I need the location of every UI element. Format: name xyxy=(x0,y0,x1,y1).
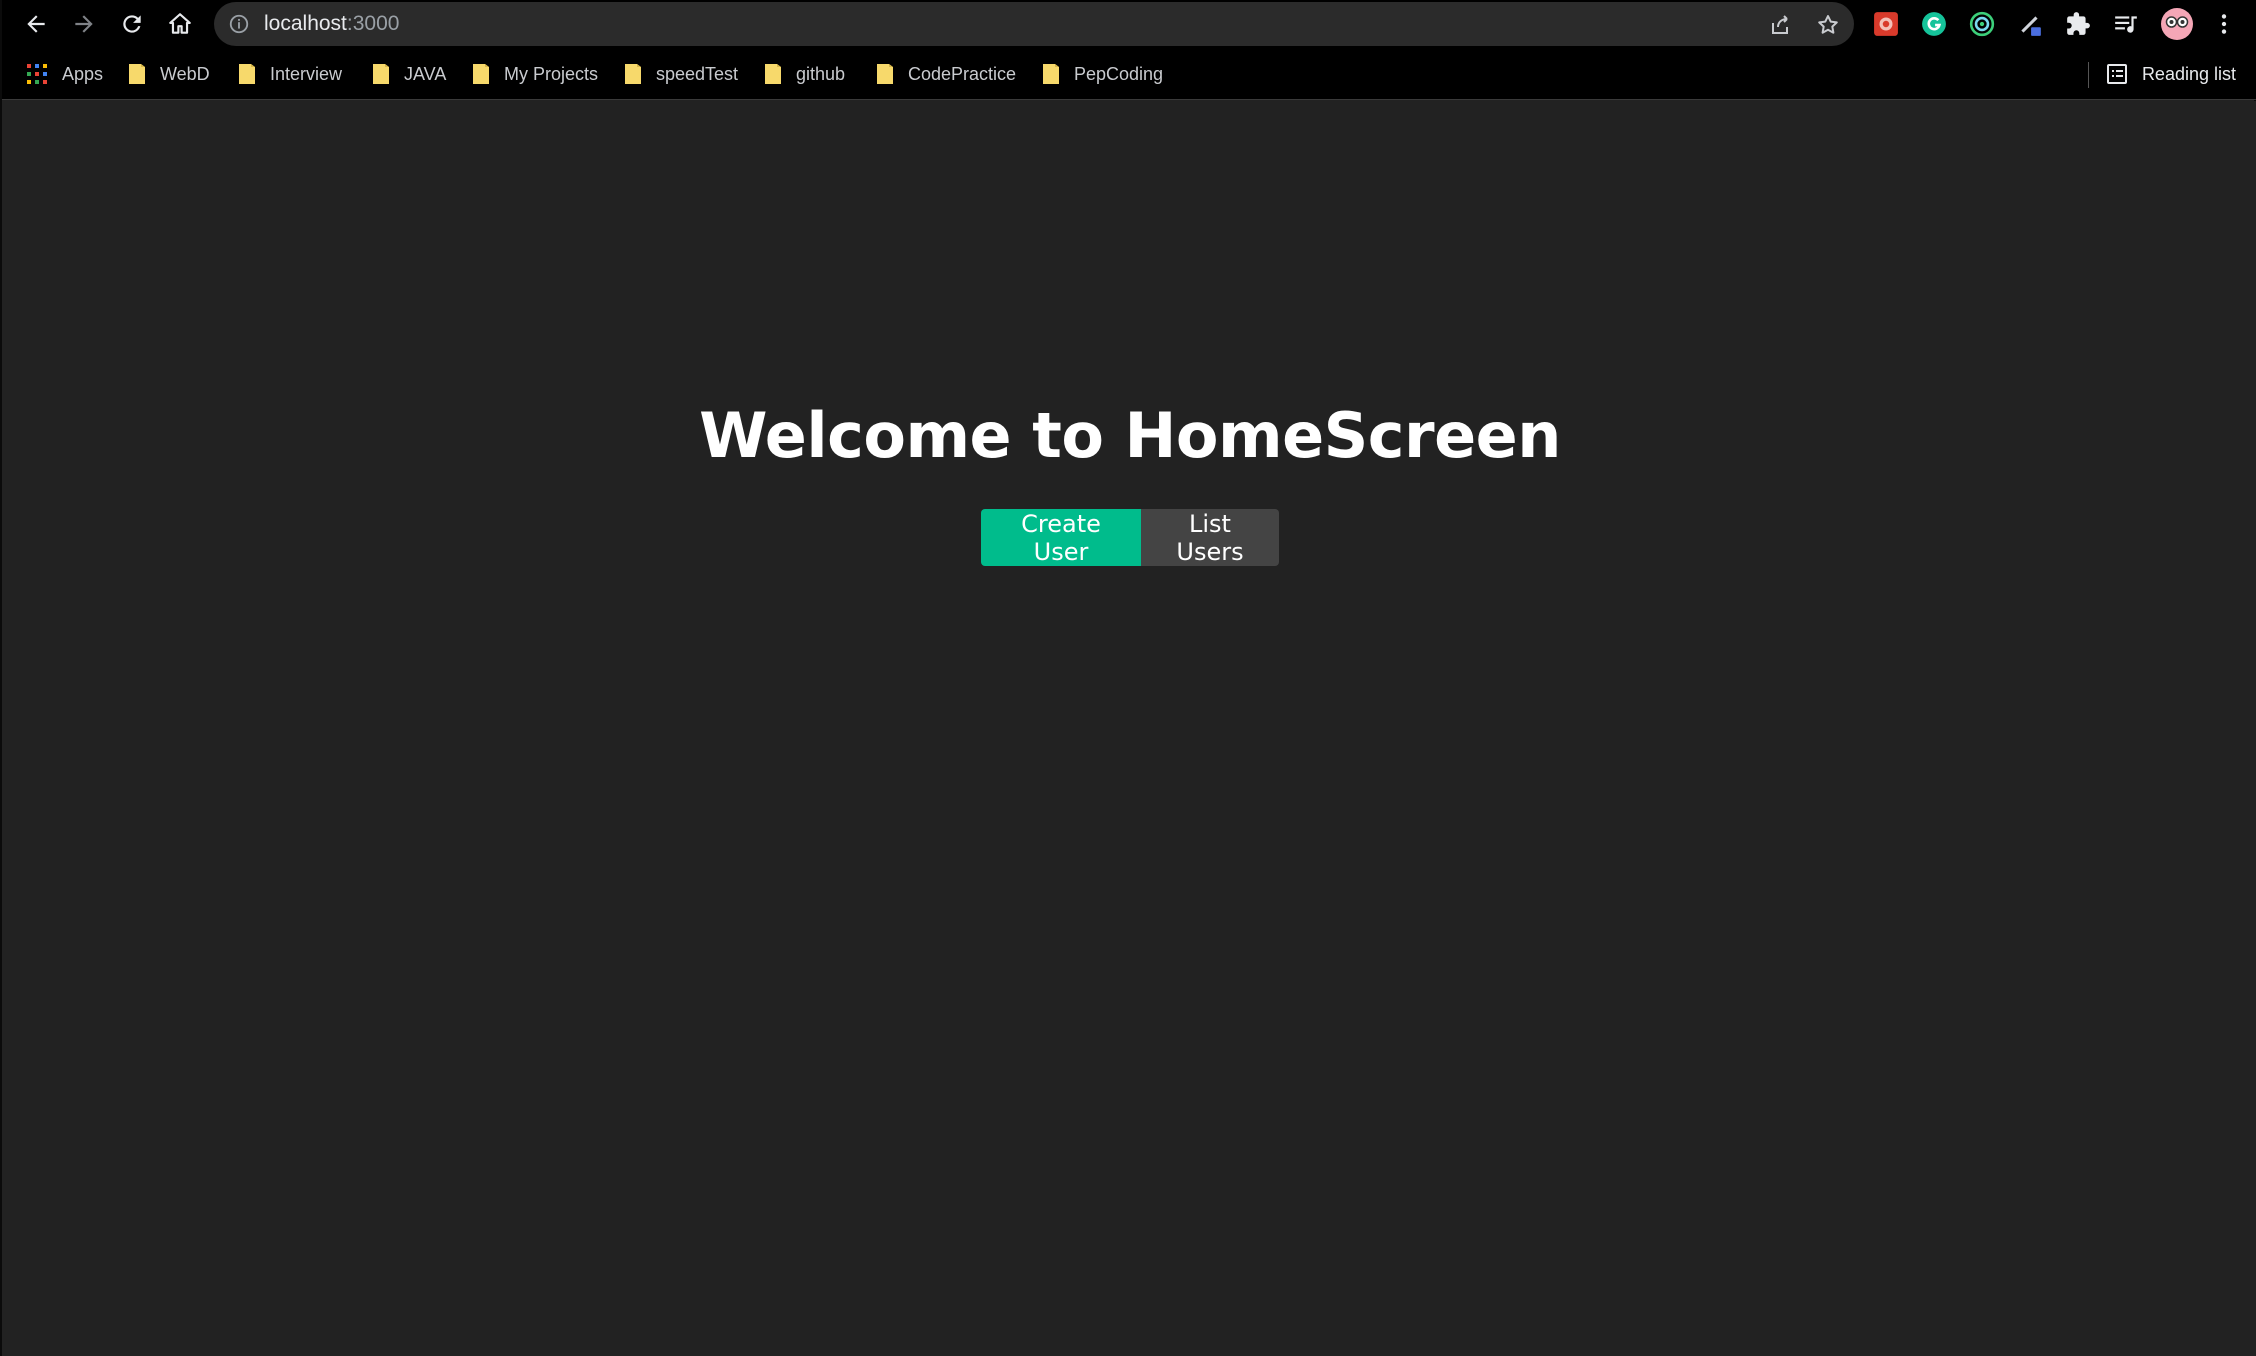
folder-icon xyxy=(473,64,489,84)
folder-icon xyxy=(1043,64,1059,84)
folder-icon xyxy=(877,64,893,84)
bookmark-webd[interactable]: WebD xyxy=(128,58,210,90)
list-users-button[interactable]: List Users xyxy=(1141,509,1279,566)
bookmark-interview[interactable]: Interview xyxy=(238,58,342,90)
bookmark-speedtest[interactable]: speedTest xyxy=(624,58,738,90)
profile-avatar[interactable] xyxy=(2160,7,2194,41)
bookmark-apps[interactable]: Apps xyxy=(26,58,103,90)
media-queue-icon xyxy=(2115,16,2137,33)
forward-arrow-icon xyxy=(75,15,93,33)
reload-icon xyxy=(123,15,141,33)
extensions-button[interactable] xyxy=(2064,10,2092,38)
bookmark-label: Apps xyxy=(62,63,104,84)
folder-icon xyxy=(765,64,781,84)
extension-red-icon xyxy=(1874,12,1898,36)
bookmark-github[interactable]: github xyxy=(764,58,845,90)
avatar-icon xyxy=(2161,8,2193,40)
page-title: Welcome to HomeScreen xyxy=(699,399,1561,472)
bookmark-star-button[interactable] xyxy=(1814,11,1842,39)
back-arrow-icon xyxy=(27,15,45,33)
reading-list-label: Reading list xyxy=(2141,63,2236,84)
back-button[interactable] xyxy=(16,4,56,44)
grammarly-icon xyxy=(1922,12,1946,36)
reading-list-icon xyxy=(2106,64,2127,84)
action-button-group: Create User List Users xyxy=(981,509,1279,566)
browser-window: localhost:3000 Apps WebD Interview JAVA … xyxy=(0,0,2256,1356)
pen-icon xyxy=(2021,16,2041,36)
bookmark-label: speedTest xyxy=(656,63,739,84)
bookmark-label: Interview xyxy=(270,63,343,84)
bookmark-label: CodePractice xyxy=(908,63,1017,84)
info-icon[interactable] xyxy=(228,13,250,35)
browser-toolbar: localhost:3000 xyxy=(2,0,2256,48)
target-extension-button[interactable] xyxy=(1968,10,1996,38)
home-icon xyxy=(169,13,191,34)
bookmark-java[interactable]: JAVA xyxy=(372,58,446,90)
reading-list-button[interactable]: Reading list xyxy=(2087,58,2236,90)
folder-icon xyxy=(373,64,389,84)
share-button[interactable] xyxy=(1766,11,1794,39)
reload-button[interactable] xyxy=(112,4,152,44)
puzzle-icon xyxy=(2067,12,2090,35)
divider xyxy=(2087,62,2089,88)
bookmark-my-projects[interactable]: My Projects xyxy=(472,58,598,90)
red-extension-button[interactable] xyxy=(1872,10,1900,38)
url-text[interactable]: localhost:3000 xyxy=(264,2,399,46)
apps-grid-icon xyxy=(27,64,47,84)
home-button[interactable] xyxy=(160,4,200,44)
forward-button[interactable] xyxy=(64,4,104,44)
grammarly-button[interactable] xyxy=(1920,10,1948,38)
bookmark-label: My Projects xyxy=(504,63,599,84)
star-icon xyxy=(1818,15,1838,34)
share-icon xyxy=(1772,15,1788,34)
bookmark-pepcoding[interactable]: PepCoding xyxy=(1042,58,1163,90)
bookmark-label: PepCoding xyxy=(1074,63,1164,84)
bookmarks-bar: Apps WebD Interview JAVA My Projects spe… xyxy=(2,48,2256,100)
bookmark-codepractice[interactable]: CodePractice xyxy=(876,58,1016,90)
bookmark-label: JAVA xyxy=(404,63,447,84)
folder-icon xyxy=(239,64,255,84)
page-viewport: Welcome to HomeScreen Create User List U… xyxy=(2,101,2256,1356)
folder-icon xyxy=(625,64,641,84)
menu-dots-icon xyxy=(2221,14,2227,34)
bookmark-label: github xyxy=(796,63,846,84)
target-icon xyxy=(1969,11,1995,37)
address-bar[interactable]: localhost:3000 xyxy=(214,2,1854,46)
folder-icon xyxy=(129,64,145,84)
media-queue-button[interactable] xyxy=(2112,10,2140,38)
pen-extension-button[interactable] xyxy=(2016,10,2044,38)
bookmark-label: WebD xyxy=(160,63,210,84)
create-user-button[interactable]: Create User xyxy=(981,509,1141,566)
browser-menu-button[interactable] xyxy=(2210,10,2238,38)
